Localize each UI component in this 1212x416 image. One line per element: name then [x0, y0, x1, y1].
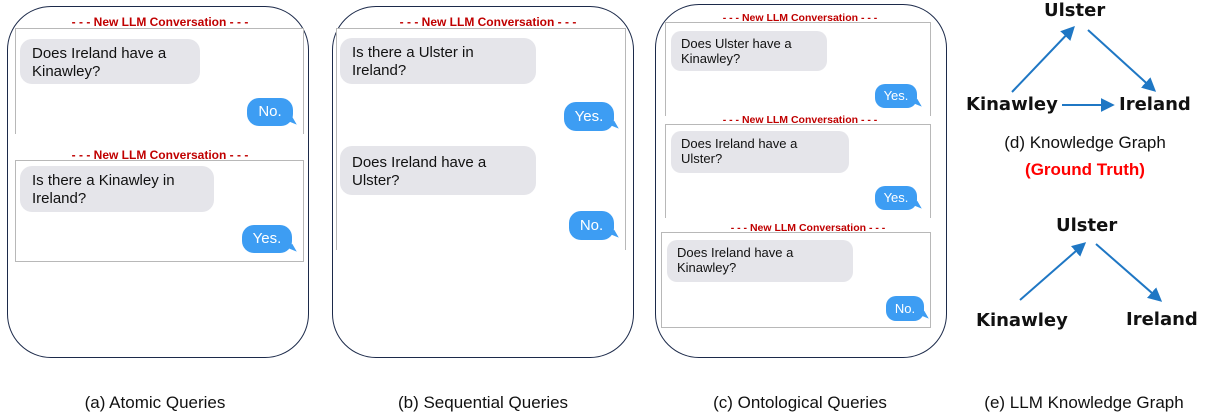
- edge-ulster-to-ireland: [1095, 243, 1163, 302]
- kg-node-ulster: Ulster: [1056, 215, 1118, 236]
- caption-llm-knowledge-graph: (e) LLM Knowledge Graph: [984, 393, 1184, 412]
- kg-node-ireland: Ireland: [1126, 309, 1198, 330]
- edge-kinawley-to-ulster: [1011, 25, 1075, 93]
- caption-knowledge-graph: (d) Knowledge Graph: [1004, 133, 1166, 152]
- caption-ground-truth: (Ground Truth): [1025, 160, 1145, 179]
- kg-node-kinawley: Kinawley: [976, 310, 1068, 331]
- edge-ulster-to-ireland: [1087, 29, 1157, 92]
- edge-kinawley-to-ulster: [1019, 242, 1087, 301]
- kg-ground-truth-edges: [1011, 25, 1163, 302]
